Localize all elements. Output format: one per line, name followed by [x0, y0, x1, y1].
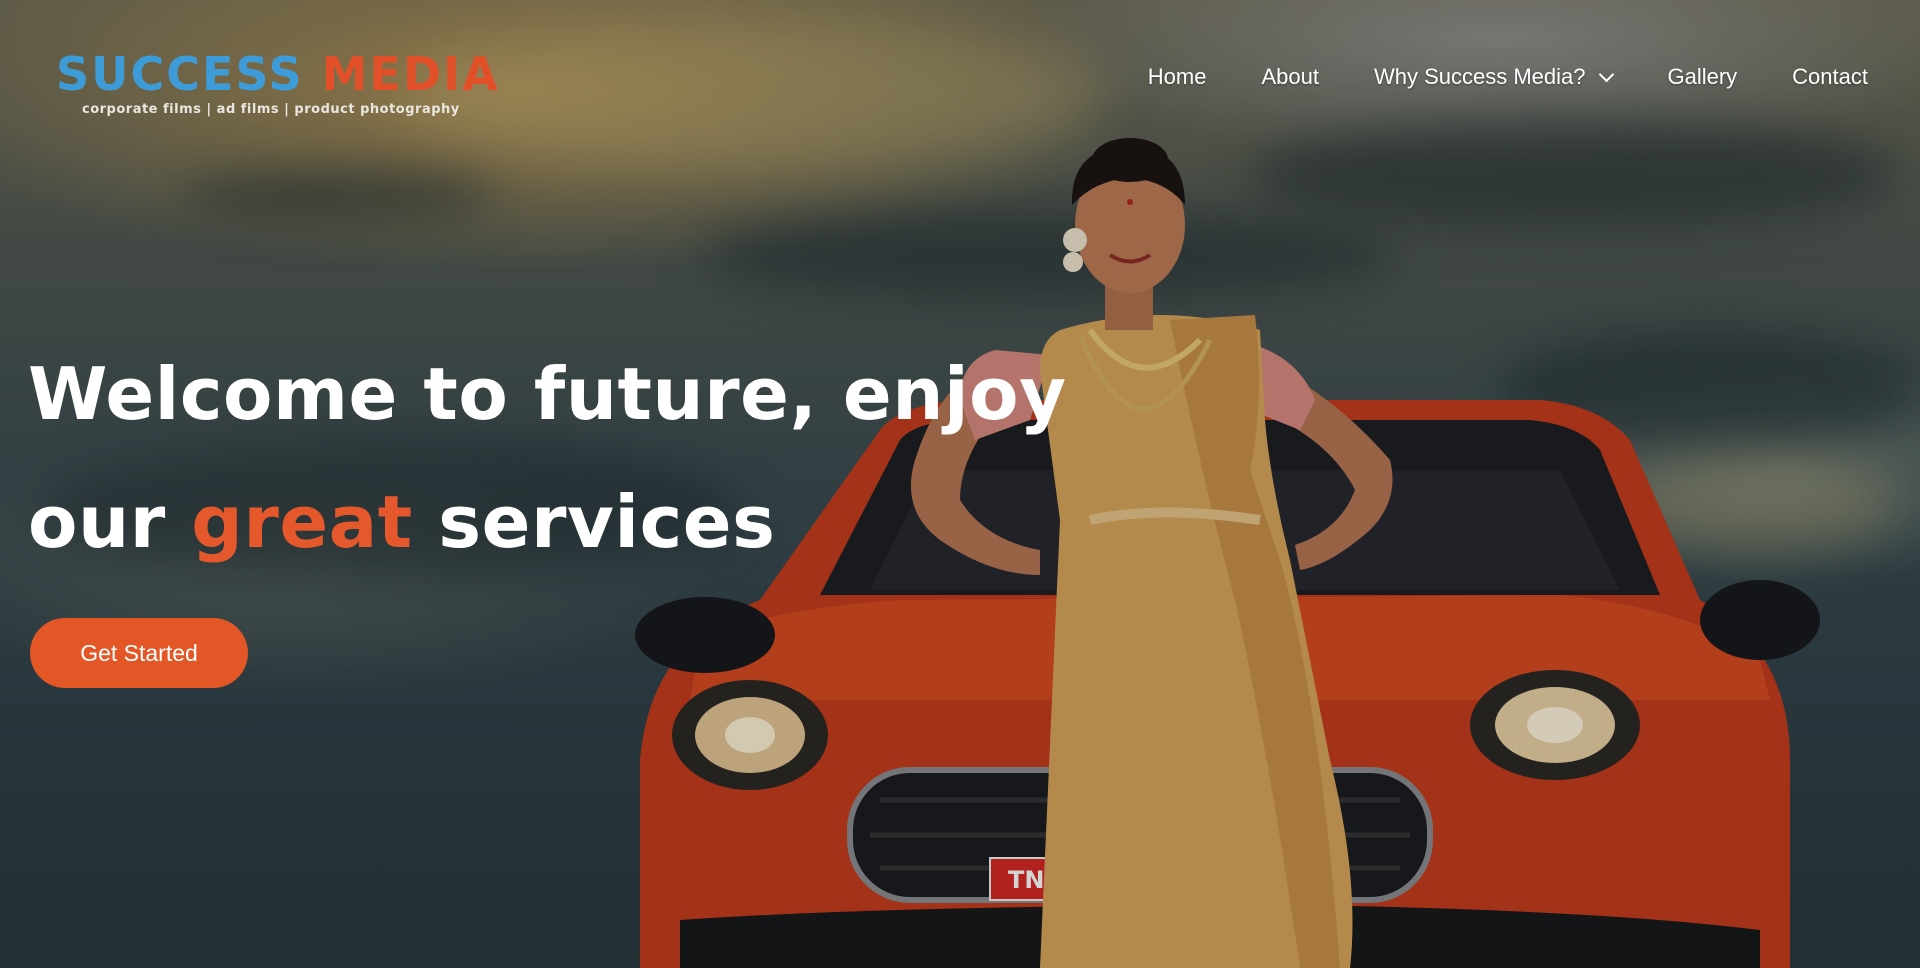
headline-line-1: Welcome to future, enjoy	[28, 352, 1067, 436]
nav-why-label: Why Success Media?	[1373, 64, 1586, 89]
headline-accent-word: great	[191, 480, 413, 564]
logo-title: SUCCESS MEDIA	[56, 48, 500, 100]
logo-tagline: corporate films | ad films | product pho…	[82, 102, 460, 117]
nav-gallery[interactable]: Gallery	[1667, 64, 1737, 90]
nav-contact[interactable]: Contact	[1792, 64, 1868, 90]
logo-word-success: SUCCESS	[56, 47, 304, 101]
headline-line-2-end: services	[412, 480, 776, 564]
logo-word-media: MEDIA	[321, 47, 500, 101]
hero-headline: Welcome to future, enjoy our great servi…	[28, 330, 1067, 586]
nav-why-success-media[interactable]: Why Success Media?	[1373, 64, 1615, 90]
brand-logo[interactable]: SUCCESS MEDIA corporate films | ad films …	[56, 48, 500, 117]
nav-about[interactable]: About	[1261, 64, 1319, 90]
nav-home-label: Home	[1147, 64, 1207, 89]
chevron-down-icon[interactable]	[1599, 66, 1615, 82]
nav-gallery-label: Gallery	[1667, 64, 1738, 89]
headline-line-2: our great services	[28, 458, 1067, 586]
headline-line-2-start: our	[28, 480, 192, 564]
nav-contact-label: Contact	[1792, 64, 1868, 89]
get-started-button[interactable]: Get Started	[30, 618, 248, 688]
nav-about-label: About	[1261, 64, 1319, 89]
nav-home[interactable]: Home	[1148, 64, 1207, 90]
main-nav: Home About Why Success Media? Gallery Co…	[1148, 64, 1868, 90]
